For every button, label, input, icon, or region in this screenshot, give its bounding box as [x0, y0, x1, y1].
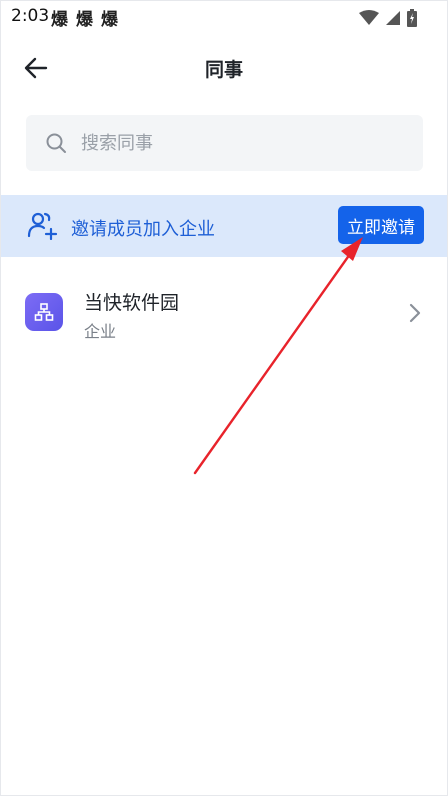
- signal-icon: [386, 11, 400, 25]
- company-avatar: [25, 293, 63, 331]
- status-bar: 2:03 爆 爆 爆: [1, 1, 447, 33]
- invite-text: 邀请成员加入企业: [71, 219, 215, 240]
- page-title: 同事: [204, 59, 243, 81]
- page-header: 同事: [1, 37, 447, 97]
- search-bar[interactable]: [26, 115, 423, 171]
- notification-icon: 爆: [51, 10, 68, 30]
- org-chart-icon: [34, 303, 54, 321]
- company-list-item[interactable]: 当快软件园 企业: [1, 273, 447, 353]
- wifi-icon: [359, 10, 379, 25]
- search-icon: [45, 132, 67, 154]
- invite-now-button[interactable]: 立即邀请: [338, 206, 424, 244]
- status-time: 2:03: [11, 6, 50, 26]
- app-screen: 2:03 爆 爆 爆 同事 搜索同事 邀请成员加入企业 立即邀请 当快软件园 企…: [0, 0, 448, 796]
- search-input[interactable]: [79, 131, 403, 155]
- battery-icon: [407, 9, 417, 27]
- company-name: 当快软件园: [84, 292, 180, 314]
- status-indicators: [359, 9, 417, 27]
- add-people-icon: [27, 212, 58, 240]
- notification-icon: 爆: [101, 10, 118, 30]
- chevron-right-icon: [409, 303, 421, 323]
- company-type: 企业: [84, 322, 117, 341]
- invite-banner: 邀请成员加入企业 立即邀请: [1, 195, 447, 257]
- notification-icons: 爆 爆 爆: [51, 5, 118, 30]
- notification-icon: 爆: [76, 10, 93, 30]
